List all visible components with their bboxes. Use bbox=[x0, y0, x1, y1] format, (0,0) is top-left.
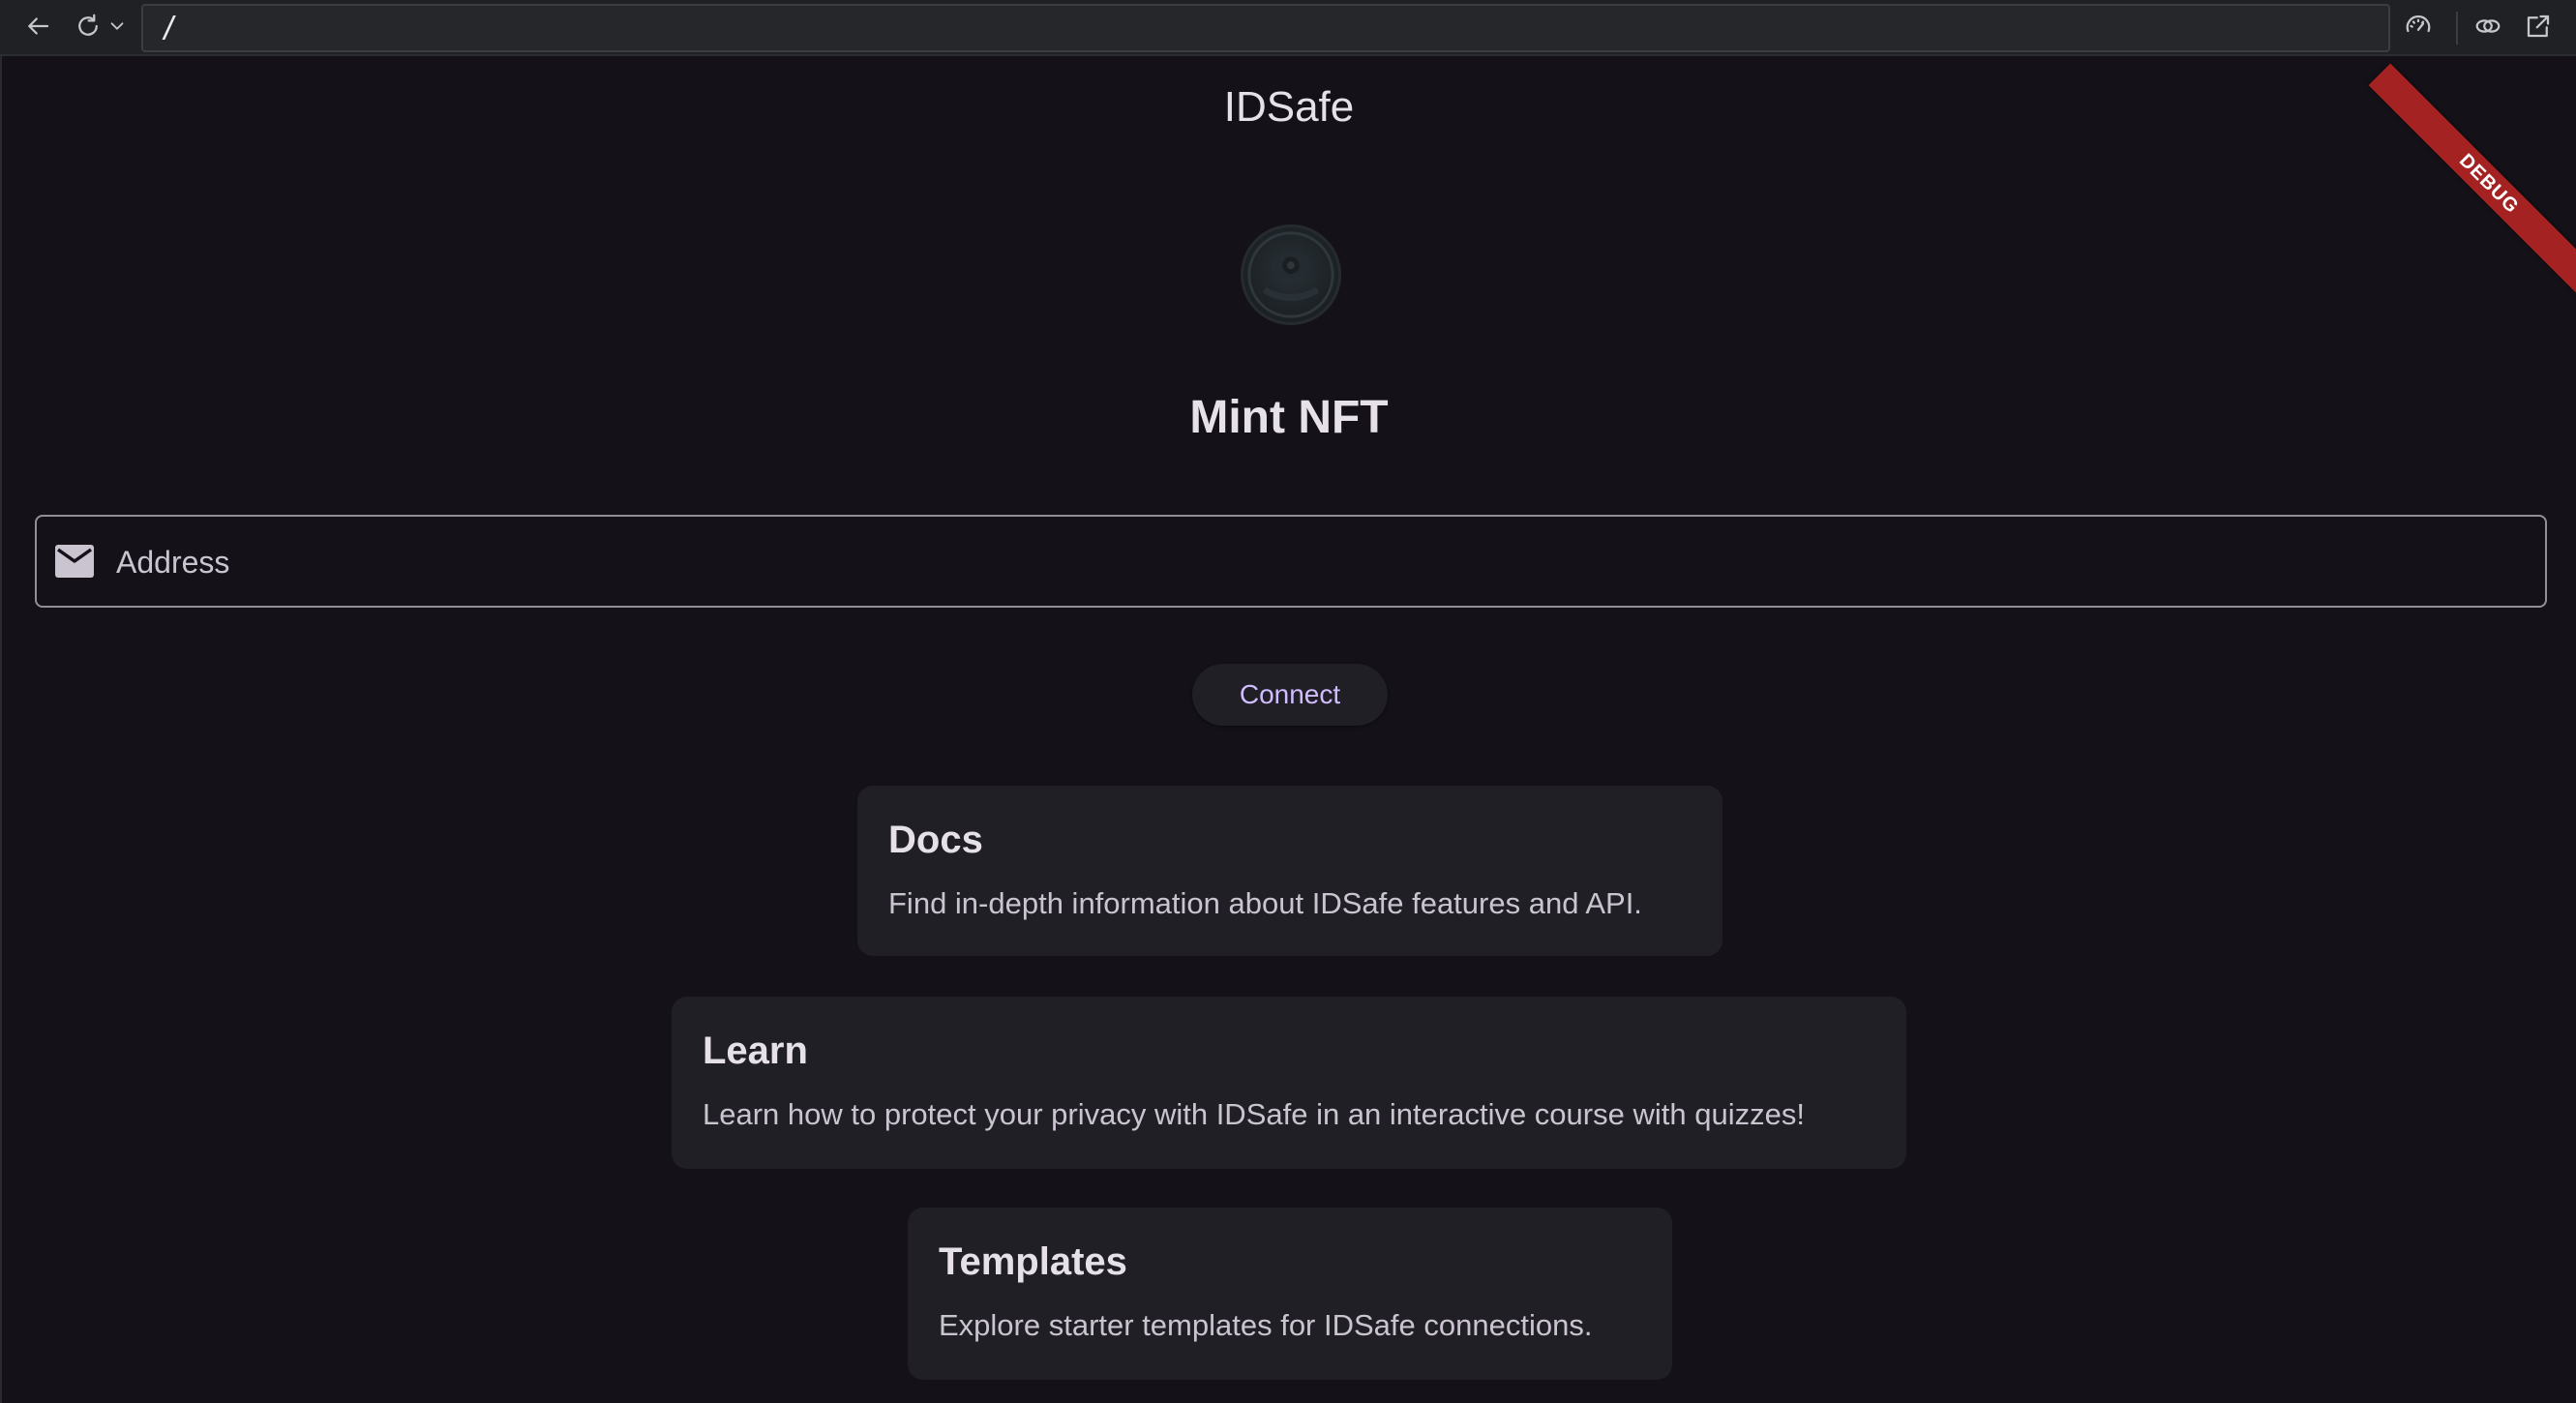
arrow-left-icon bbox=[23, 12, 52, 45]
link-button[interactable] bbox=[2470, 10, 2506, 46]
app-viewport: IDSafe Mint NFT Connect Docs Find in-dep… bbox=[2, 56, 2576, 1403]
address-field[interactable] bbox=[35, 515, 2547, 608]
mail-icon bbox=[54, 544, 95, 579]
address-input[interactable] bbox=[114, 534, 2514, 590]
connect-button[interactable]: Connect bbox=[1192, 664, 1388, 726]
app-title: IDSafe bbox=[1223, 83, 1355, 131]
card-description: Learn how to protect your privacy with I… bbox=[703, 1097, 1805, 1131]
toolbar-divider bbox=[2456, 12, 2458, 45]
idsafe-logo bbox=[1241, 224, 1341, 325]
performance-button[interactable] bbox=[2400, 10, 2437, 46]
card-title: Learn bbox=[703, 1030, 808, 1072]
chevron-down-icon bbox=[106, 15, 128, 42]
card-description: Explore starter templates for IDSafe con… bbox=[939, 1308, 1593, 1342]
open-external-icon bbox=[2524, 12, 2553, 45]
url-text: / bbox=[161, 11, 179, 45]
browser-toolbar: / bbox=[0, 0, 2576, 56]
card-title: Templates bbox=[939, 1240, 1127, 1283]
link-icon bbox=[2473, 12, 2502, 45]
eye-icon bbox=[1247, 231, 1334, 318]
docs-card[interactable]: Docs Find in-depth information about IDS… bbox=[857, 786, 1722, 956]
reload-button[interactable] bbox=[70, 10, 106, 46]
templates-card[interactable]: Templates Explore starter templates for … bbox=[908, 1208, 1672, 1380]
url-bar[interactable]: / bbox=[141, 4, 2390, 52]
speedometer-icon bbox=[2404, 12, 2433, 45]
reload-menu-button[interactable] bbox=[103, 10, 132, 46]
card-title: Docs bbox=[888, 819, 983, 861]
connect-button-label: Connect bbox=[1239, 679, 1341, 709]
back-button[interactable] bbox=[19, 10, 56, 46]
learn-card[interactable]: Learn Learn how to protect your privacy … bbox=[672, 997, 1906, 1169]
open-external-button[interactable] bbox=[2520, 10, 2557, 46]
reload-icon bbox=[74, 12, 103, 45]
page-title: Mint NFT bbox=[1189, 392, 1389, 443]
card-description: Find in-depth information about IDSafe f… bbox=[888, 886, 1642, 920]
